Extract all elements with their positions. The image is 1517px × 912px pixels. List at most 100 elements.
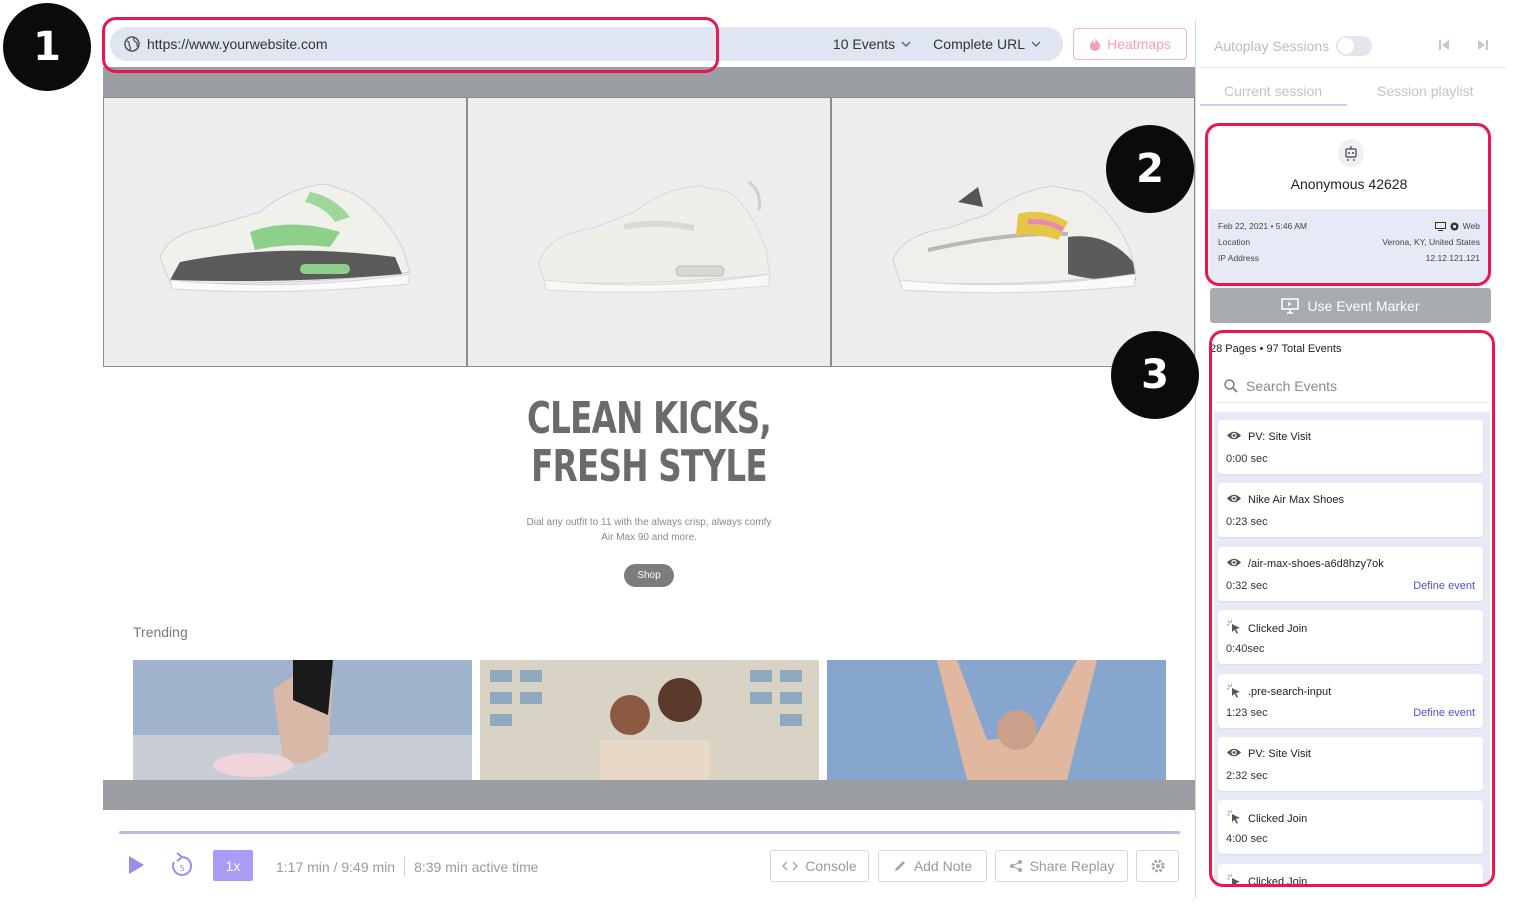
visitor-meta: Feb 22, 2021 • 5:46 AM Web Location Vero… <box>1210 209 1488 284</box>
event-time: 2:32 sec <box>1226 770 1268 782</box>
active-tab-indicator <box>1200 104 1347 106</box>
replay-progress-bar[interactable] <box>119 831 1180 834</box>
add-note-label: Add Note <box>913 858 973 874</box>
event-time: 0:32 sec <box>1226 579 1268 592</box>
event-title-row: Clicked Join <box>1226 620 1307 637</box>
use-event-marker-button[interactable]: Use Event Marker <box>1210 288 1491 323</box>
location-label: Location <box>1218 237 1251 247</box>
event-item[interactable]: Clicked Join 0:40sec <box>1218 610 1483 665</box>
speed-button[interactable]: 1x <box>213 850 253 881</box>
event-title: Clicked Join <box>1248 622 1308 635</box>
trending-photo[interactable] <box>827 660 1166 780</box>
event-time: 1:23 sec <box>1226 706 1268 719</box>
trending-photo[interactable] <box>480 660 819 780</box>
trending-image <box>133 660 472 780</box>
event-title: Nike Air Max Shoes <box>1248 494 1344 507</box>
hero-subtext-2: Air Max 90 and more. <box>601 532 697 543</box>
cursor-click-icon <box>1226 620 1242 637</box>
session-date: Feb 22, 2021 • 5:46 AM <box>1218 221 1307 231</box>
code-icon <box>782 861 799 871</box>
heatmaps-button[interactable]: Heatmaps <box>1073 28 1187 60</box>
event-item[interactable]: PV: Site Visit 0:00 sec <box>1218 420 1483 474</box>
desktop-icon <box>1434 221 1446 231</box>
viewport-bottom-strip <box>103 780 1195 810</box>
event-title: .pre-search-input <box>1248 686 1332 699</box>
event-title: Clicked Join <box>1248 812 1308 825</box>
event-item[interactable]: Clicked Join <box>1218 863 1483 886</box>
visitor-card: Anonymous 42628 Feb 22, 2021 • 5:46 AM W… <box>1210 128 1488 284</box>
hero-headline-2: FRESH STYLE <box>531 441 767 492</box>
product-tiles <box>103 97 1195 367</box>
replay-5-icon[interactable]: 5 <box>170 852 194 878</box>
event-item[interactable]: PV: Site Visit 2:32 sec <box>1218 737 1483 791</box>
ip-value: 12.12.121.121 <box>1425 253 1480 263</box>
trending-heading: Trending <box>133 624 188 640</box>
skip-previous-icon[interactable] <box>1437 38 1451 52</box>
event-title: /air-max-shoes-a6d8hzy7ok <box>1248 557 1384 570</box>
events-select[interactable]: 10 Events <box>833 36 911 52</box>
hero-subtext-1: Dial any outfit to 11 with the always cr… <box>526 517 772 528</box>
callout-2: 2 <box>1106 125 1194 213</box>
event-item[interactable]: /air-max-shoes-a6d8hzy7ok 0:32 sec Define … <box>1218 546 1483 601</box>
gear-icon <box>1151 859 1164 873</box>
elapsed-time: 1:17 min / 9:49 min <box>276 859 396 875</box>
url-text[interactable]: https://www.yourwebsite.com <box>147 36 833 52</box>
event-time: 0:23 sec <box>1226 516 1268 529</box>
event-title-row: Nike Air Max Shoes <box>1226 493 1344 507</box>
chevron-down-icon <box>901 41 911 47</box>
define-event-link[interactable]: Define event <box>1413 580 1475 592</box>
trending-image <box>480 660 819 780</box>
search-events[interactable]: Search Events <box>1214 369 1490 403</box>
product-tile[interactable] <box>467 97 831 367</box>
svg-text:5: 5 <box>179 864 184 873</box>
add-note-button[interactable]: Add Note <box>878 850 987 882</box>
event-time: 4:00 sec <box>1226 833 1268 846</box>
search-icon <box>1224 378 1238 393</box>
share-replay-button[interactable]: Share Replay <box>995 850 1128 882</box>
console-button[interactable]: Console <box>770 850 869 882</box>
event-item[interactable]: Clicked Join 4:00 sec <box>1218 800 1483 855</box>
url-bar: https://www.yourwebsite.com 10 Events Co… <box>110 27 1063 61</box>
platform-label: Web <box>1462 221 1480 231</box>
tab-session-playlist[interactable]: Session playlist <box>1377 83 1474 99</box>
share-icon <box>1009 860 1022 872</box>
event-title: PV: Site Visit <box>1248 431 1311 443</box>
event-title-row: .pre-search-input <box>1226 683 1332 701</box>
trending-image <box>827 660 1166 780</box>
autoplay-toggle[interactable] <box>1336 36 1373 56</box>
event-item[interactable]: Nike Air Max Shoes 0:23 sec <box>1218 483 1483 538</box>
trending-photo[interactable] <box>133 660 472 780</box>
panel-divider <box>1195 20 1196 898</box>
visitor-name: Anonymous 42628 <box>1290 176 1408 192</box>
flame-icon <box>1090 38 1101 51</box>
time-divider <box>404 857 406 877</box>
match-select[interactable]: Complete URL <box>933 36 1041 52</box>
autoplay-sessions[interactable]: Autoplay Sessions <box>1214 36 1373 56</box>
use-event-marker-label: Use Event Marker <box>1307 297 1420 314</box>
event-title-row: PV: Site Visit <box>1226 747 1311 761</box>
autoplay-label: Autoplay Sessions <box>1214 38 1330 54</box>
cursor-click-icon <box>1226 683 1242 701</box>
play-icon[interactable] <box>127 855 145 875</box>
settings-button[interactable] <box>1136 850 1179 882</box>
session-replay-viewport: CLEAN KICKS, FRESH STYLE Dial any outfit… <box>103 67 1195 810</box>
tab-current-session[interactable]: Current session <box>1224 83 1322 99</box>
event-item[interactable]: .pre-search-input 1:23 sec Define event <box>1218 673 1483 728</box>
shop-button[interactable]: Shop <box>624 564 674 587</box>
chrome-icon <box>1450 222 1459 230</box>
sneaker-image <box>159 183 411 293</box>
events-select-label: 10 Events <box>832 36 896 52</box>
time-display: 1:17 min / 9:49 min 8:39 min active time <box>276 857 539 877</box>
match-select-label: Complete URL <box>933 36 1025 52</box>
event-title-row: /air-max-shoes-a6d8hzy7ok <box>1226 557 1384 571</box>
skip-next-icon[interactable] <box>1476 38 1490 52</box>
events-summary: 28 Pages • 97 Total Events <box>1210 343 1342 355</box>
search-events-input[interactable]: Search Events <box>1246 378 1337 394</box>
define-event-link[interactable]: Define event <box>1413 707 1475 719</box>
eye-icon <box>1226 493 1242 507</box>
location-value: Verona, KY, United States <box>1382 237 1480 247</box>
product-tile[interactable] <box>103 97 467 367</box>
ip-label: IP Address <box>1218 253 1259 263</box>
hero-section: CLEAN KICKS, FRESH STYLE Dial any outfit… <box>103 395 1195 587</box>
pencil-icon <box>894 861 905 871</box>
